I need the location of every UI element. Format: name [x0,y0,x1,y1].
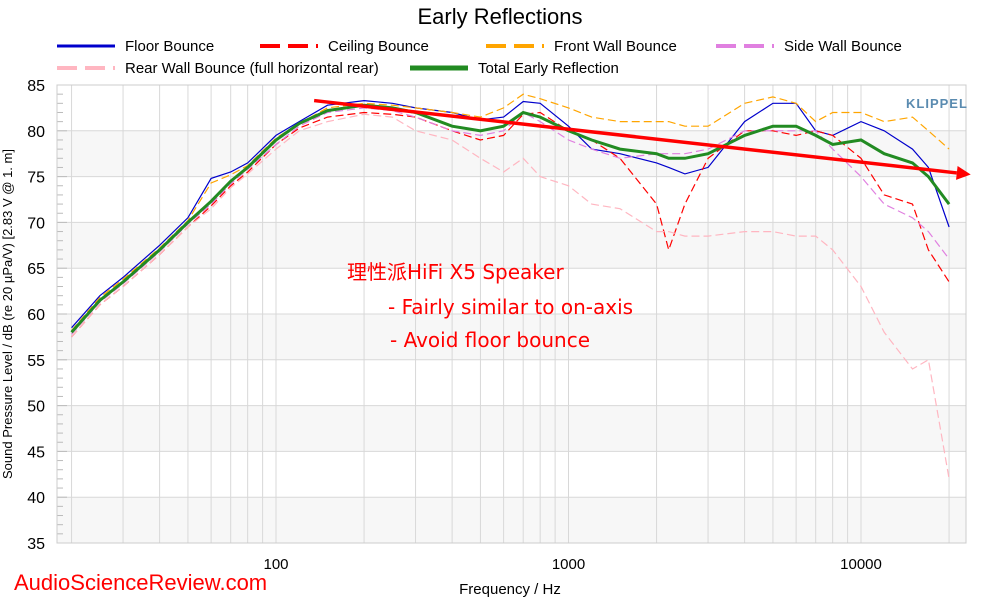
annotation-line-1: - Fairly similar to on-axis [388,295,634,319]
grid-band [57,130,966,177]
legend-label-4: Rear Wall Bounce (full horizontal rear) [125,60,379,77]
y-axis-label: Sound Pressure Level / dB (re 20 µPa/V) … [0,149,15,479]
y-tick-label: 85 [27,78,45,95]
y-tick-label: 80 [27,124,45,141]
watermark: AudioScienceReview.com [14,570,268,595]
y-tick-label: 60 [27,307,45,324]
grid-band [57,497,966,543]
y-tick-label: 50 [27,399,45,416]
klippel-logo: KLIPPEL [906,96,968,111]
y-tick-label: 55 [27,353,45,370]
x-tick-label: 100 [263,556,288,573]
y-tick-label: 40 [27,490,45,507]
y-tick-label: 35 [27,536,45,553]
grid-band [57,405,966,452]
y-tick-label: 45 [27,444,45,461]
annotation-title: 理性派HiFi X5 Speaker [347,260,564,284]
y-tick-label: 65 [27,261,45,278]
x-tick-label: 1000 [552,556,585,573]
legend-label-5: Total Early Reflection [478,60,619,77]
legend-label-1: Ceiling Bounce [328,38,429,55]
y-tick-label: 75 [27,170,45,187]
chart-title: Early Reflections [417,4,582,29]
legend-label-2: Front Wall Bounce [554,38,677,55]
legend-label-0: Floor Bounce [125,38,214,55]
y-tick-label: 70 [27,215,45,232]
annotation-line-2: - Avoid floor bounce [390,328,590,352]
legend-label-3: Side Wall Bounce [784,38,902,55]
x-axis-label: Frequency / Hz [459,581,561,598]
x-tick-label: 10000 [840,556,882,573]
